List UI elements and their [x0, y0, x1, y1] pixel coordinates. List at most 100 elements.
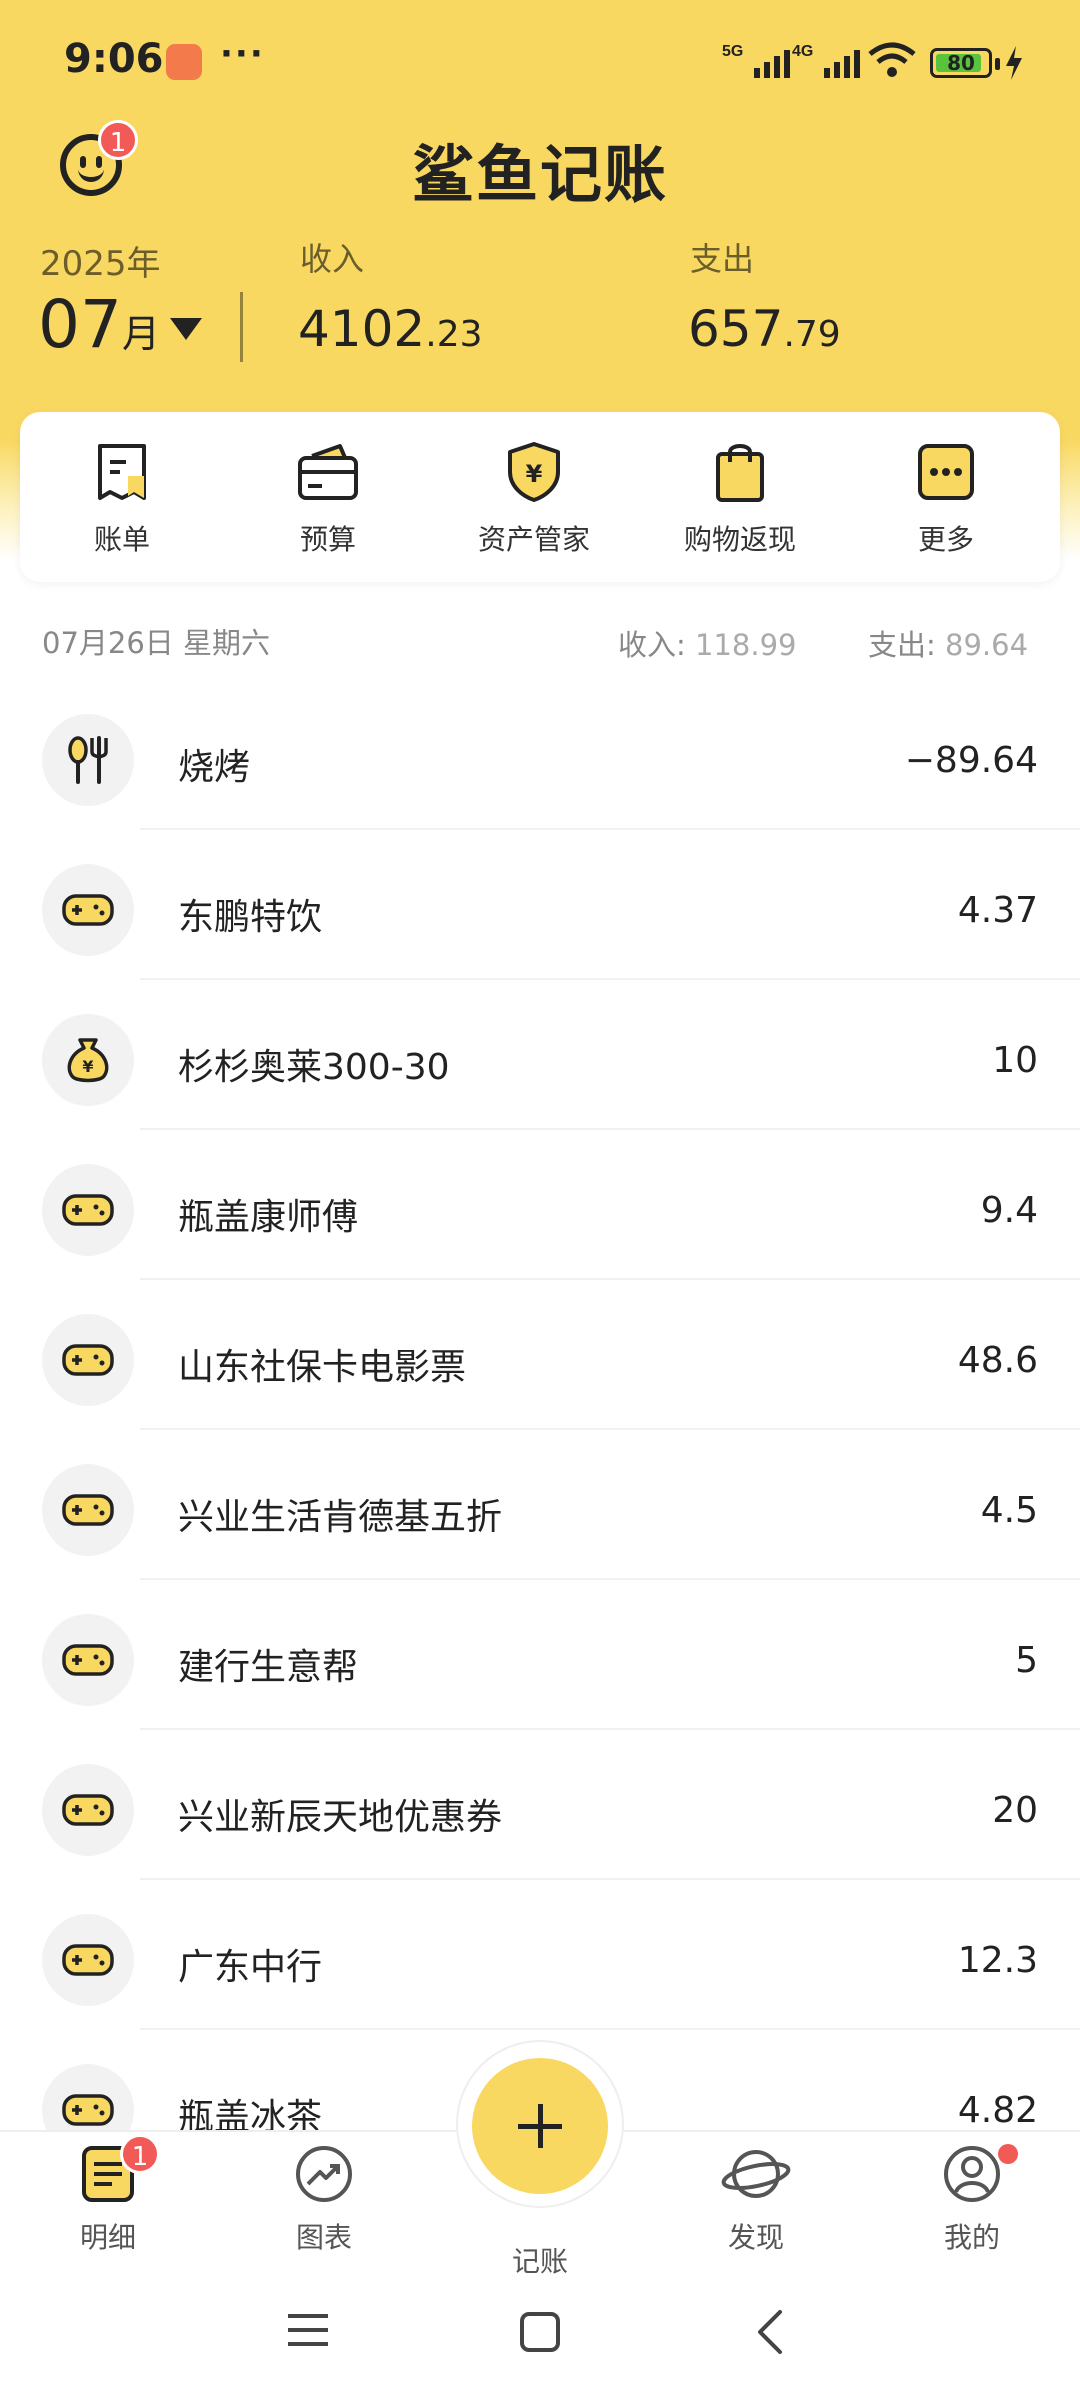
transaction-name: 兴业生活肯德基五折 — [178, 1497, 503, 1538]
transaction-amount: 20 — [992, 1790, 1038, 1831]
transaction-row[interactable]: 山东社保卡电影票 48.6 — [0, 1280, 1080, 1430]
income-dec: .23 — [425, 314, 483, 355]
transaction-name: 山东社保卡电影票 — [178, 1347, 467, 1388]
money-bag-icon: ¥ — [67, 1038, 109, 1083]
transaction-row[interactable]: 兴业新辰天地优惠券 20 — [0, 1730, 1080, 1880]
nav-mine[interactable]: 我的 — [902, 2144, 1042, 2256]
system-nav-bar — [0, 2280, 1080, 2400]
transaction-name: 广东中行 — [178, 1947, 323, 1988]
svg-text:¥: ¥ — [526, 460, 543, 488]
day-date: 07月26日 星期六 — [42, 626, 271, 660]
expense-label: 支出 — [690, 240, 755, 278]
record-button[interactable] — [472, 2058, 608, 2194]
day-expense: 支出: 89.64 — [868, 622, 1028, 664]
status-time: 9:06 — [64, 36, 164, 82]
user-icon — [944, 2146, 1000, 2202]
category-badge — [42, 1464, 134, 1556]
transaction-name: 建行生意帮 — [178, 1647, 359, 1688]
transaction-row[interactable]: 瓶盖康师傅 9.4 — [0, 1130, 1080, 1280]
year-label: 2025年 — [40, 244, 161, 284]
category-badge — [42, 1164, 134, 1256]
mine-red-dot — [998, 2144, 1018, 2164]
nav-label: 发现 — [727, 2221, 784, 2254]
transaction-name: 杉杉奥莱300-30 — [178, 1047, 450, 1088]
app-screen: 9:06 ··· 5G 4G 80 1 鲨鱼记账 2025年 07月 收入 41… — [0, 0, 1080, 2400]
shortcut-more[interactable]: 更多 — [856, 440, 1036, 558]
gamepad-icon — [62, 894, 114, 926]
transaction-amount: 48.6 — [957, 1340, 1038, 1381]
app-title: 鲨鱼记账 — [411, 138, 668, 211]
transaction-amount: 10 — [992, 1040, 1038, 1081]
transaction-amount: 12.3 — [957, 1940, 1038, 1981]
transaction-row[interactable]: 东鹏特饮 4.37 — [0, 830, 1080, 980]
food-icon — [68, 736, 108, 784]
transaction-row[interactable]: 烧烤 −89.64 — [0, 680, 1080, 830]
shortcut-label: 账单 — [93, 523, 150, 556]
category-badge — [42, 1614, 134, 1706]
income-int: 4102 — [298, 300, 426, 358]
shortcut-label: 资产管家 — [477, 523, 590, 556]
transaction-name: 烧烤 — [178, 747, 251, 788]
transaction-amount: −89.64 — [904, 740, 1038, 781]
shortcut-budget[interactable]: 预算 — [238, 440, 418, 558]
bill-icon — [98, 444, 146, 500]
transaction-amount: 5 — [1015, 1640, 1038, 1681]
day-income: 收入: 118.99 — [618, 622, 796, 664]
transaction-amount: 4.82 — [957, 2090, 1038, 2131]
gamepad-icon — [62, 1194, 114, 1226]
day-income-label: 收入: — [618, 628, 686, 662]
category-badge: ¥ — [42, 1014, 134, 1106]
budget-wallet-icon — [298, 444, 358, 500]
nav-record-label-wrap[interactable]: 记账 — [470, 2240, 610, 2280]
gamepad-icon — [62, 1494, 114, 1526]
app-notification-icon — [166, 44, 202, 80]
day-expense-value: 89.64 — [945, 628, 1029, 662]
expense-dec: .79 — [783, 314, 841, 355]
gamepad-icon — [62, 1944, 114, 1976]
shortcut-shopping[interactable]: 购物返现 — [650, 440, 830, 558]
month-selector[interactable]: 07月 — [38, 286, 202, 363]
transaction-amount: 4.5 — [980, 1490, 1038, 1531]
cellular-4g-icon: 4G — [792, 43, 860, 78]
more-icon — [918, 444, 974, 500]
charging-icon — [1006, 46, 1022, 80]
shortcut-bill[interactable]: 账单 — [32, 440, 212, 558]
transaction-row[interactable]: 建行生意帮 5 — [0, 1580, 1080, 1730]
income-amount: 4102.23 — [298, 300, 483, 358]
shortcut-label: 预算 — [299, 523, 356, 556]
transaction-amount: 4.37 — [957, 890, 1038, 931]
day-expense-label: 支出: — [868, 628, 936, 662]
shortcut-asset[interactable]: ¥ 资产管家 — [444, 440, 624, 558]
divider — [240, 292, 243, 362]
month-unit: 月 — [121, 312, 160, 356]
gamepad-icon — [62, 1794, 114, 1826]
transaction-row[interactable]: 广东中行 12.3 — [0, 1880, 1080, 2030]
income-label: 收入 — [300, 240, 365, 278]
svg-text:¥: ¥ — [82, 1057, 93, 1076]
chart-trend-icon — [296, 2146, 352, 2202]
home-icon[interactable] — [518, 2310, 562, 2354]
transaction-row[interactable]: ¥ 杉杉奥莱300-30 10 — [0, 980, 1080, 1130]
expense-amount: 657.79 — [688, 300, 841, 358]
shortcut-label: 购物返现 — [683, 523, 796, 556]
transaction-name: 东鹏特饮 — [178, 897, 323, 938]
category-badge — [42, 864, 134, 956]
wifi-icon — [868, 42, 916, 77]
net2-label: 4G — [792, 43, 813, 60]
transaction-name: 兴业新辰天地优惠券 — [178, 1797, 503, 1838]
nav-discover[interactable]: 发现 — [686, 2144, 826, 2256]
gamepad-icon — [62, 2094, 114, 2126]
nav-charts[interactable]: 图表 — [254, 2144, 394, 2256]
shortcut-card: 账单 预算 ¥ 资产管家 购物返现 更多 — [20, 412, 1060, 582]
category-badge — [42, 1914, 134, 2006]
nav-label: 明细 — [79, 2221, 136, 2254]
transaction-name: 瓶盖康师傅 — [178, 1197, 359, 1238]
gamepad-icon — [62, 1344, 114, 1376]
shopping-bag-icon — [716, 444, 764, 502]
asset-shield-icon: ¥ — [508, 442, 560, 502]
transaction-row[interactable]: 兴业生活肯德基五折 4.5 — [0, 1430, 1080, 1580]
day-income-value: 118.99 — [695, 628, 797, 662]
menu-icon[interactable] — [286, 2310, 330, 2350]
cellular-5g-icon: 5G — [722, 43, 790, 78]
back-icon[interactable] — [752, 2308, 788, 2356]
